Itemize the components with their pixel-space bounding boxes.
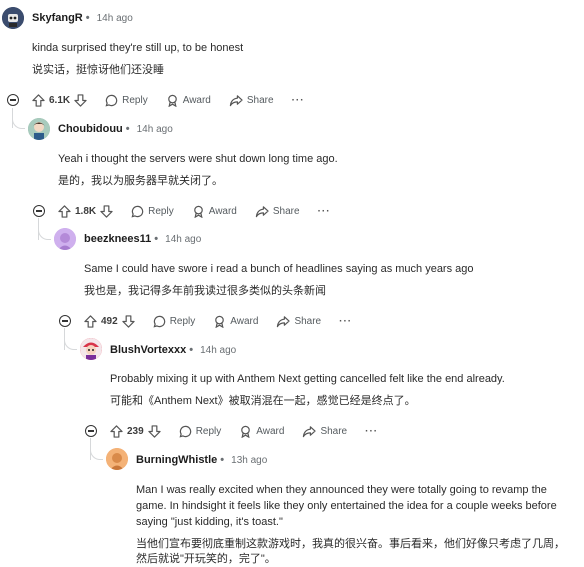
comment-time: 14h ago — [165, 234, 202, 245]
comment-actions: 492 Reply Award Share ··· — [84, 312, 370, 330]
vote-group: 492 — [84, 314, 135, 328]
comment-actions: 6.1K Reply Award Share ··· — [32, 91, 323, 109]
more-options-button[interactable]: ··· — [365, 426, 378, 437]
comment-translation-line: 当他们宣布要彻底重制这款游戏时，我真的很兴奋。事后看来，他们好像只考虑了几周， — [136, 538, 565, 550]
reply-button[interactable]: Reply — [105, 94, 148, 107]
thread-elbow — [12, 110, 25, 129]
comment-translation: 说实话，挺惊讶他们还没睡 — [32, 64, 164, 76]
comment-author[interactable]: SkyfangR • 14h ago — [32, 12, 133, 24]
award-button[interactable]: Award — [213, 315, 258, 328]
comment-actions: 239 Reply Award Share ··· — [110, 422, 396, 440]
comment-translation: 可能和《Anthem Next》被取消混在一起，感觉已经是终点了。 — [110, 395, 416, 407]
avatar[interactable] — [106, 448, 128, 470]
comment-translation: 我也是，我记得多年前我读过很多类似的头条新闻 — [84, 285, 326, 297]
comment-author[interactable]: BlushVortexxx • 14h ago — [110, 344, 236, 356]
comment-icon — [179, 425, 191, 438]
avatar[interactable] — [80, 338, 102, 360]
comment-icon — [105, 94, 118, 107]
upvote-icon[interactable] — [58, 204, 71, 218]
collapse-button[interactable] — [33, 205, 45, 217]
comment-author[interactable]: beezknees11 • 14h ago — [84, 233, 201, 245]
share-icon — [229, 94, 243, 106]
vote-count: 1.8K — [75, 205, 97, 217]
collapse-button[interactable] — [7, 94, 19, 106]
award-button[interactable]: Award — [192, 205, 237, 218]
vote-count: 6.1K — [49, 94, 71, 106]
upvote-icon[interactable] — [84, 314, 97, 328]
share-button[interactable]: Share — [255, 205, 300, 218]
collapse-button[interactable] — [59, 315, 71, 327]
avatar[interactable] — [2, 7, 24, 29]
downvote-icon[interactable] — [100, 204, 113, 218]
collapse-button[interactable] — [85, 425, 97, 437]
award-icon — [193, 205, 203, 218]
more-options-button[interactable]: ··· — [292, 95, 305, 106]
share-button[interactable]: Share — [276, 315, 321, 328]
comment-icon — [131, 205, 144, 218]
comment-time: 13h ago — [231, 455, 268, 466]
comment-text-line: Man I was really excited when they annou… — [136, 484, 547, 496]
more-options-button[interactable]: ··· — [339, 316, 352, 327]
share-button[interactable]: Share — [302, 425, 347, 438]
comment-time: 14h ago — [96, 13, 133, 24]
award-button[interactable]: Award — [239, 425, 284, 438]
thread-elbow — [38, 220, 51, 240]
award-icon — [167, 94, 177, 107]
vote-count: 239 — [127, 425, 144, 437]
comment-time: 14h ago — [136, 124, 173, 135]
comment-text-line: game. In hindsight it feels like they on… — [136, 500, 557, 512]
award-icon — [241, 425, 251, 438]
avatar[interactable] — [28, 118, 50, 140]
comment-text: Probably mixing it up with Anthem Next g… — [110, 373, 505, 385]
thread-elbow — [64, 330, 77, 350]
thread-elbow — [90, 440, 103, 460]
reply-button[interactable]: Reply — [131, 205, 174, 218]
share-icon — [303, 425, 317, 437]
share-button[interactable]: Share — [229, 94, 274, 107]
award-button[interactable]: Award — [166, 94, 211, 107]
comment-actions: 1.8K Reply Award Share ··· — [58, 202, 349, 220]
avatar[interactable] — [54, 228, 76, 250]
comment-author[interactable]: BurningWhistle • 13h ago — [136, 454, 267, 466]
reply-button[interactable]: Reply — [153, 315, 195, 328]
downvote-icon[interactable] — [122, 314, 135, 328]
comment-translation: 是的，我以为服务器早就关闭了。 — [58, 175, 223, 187]
reply-button[interactable]: Reply — [179, 425, 221, 438]
vote-group: 6.1K — [32, 93, 87, 107]
upvote-icon[interactable] — [32, 93, 45, 107]
comment-time: 14h ago — [200, 345, 237, 356]
vote-group: 239 — [110, 424, 161, 438]
downvote-icon[interactable] — [74, 93, 87, 107]
comment-author[interactable]: Choubidouu • 14h ago — [58, 123, 173, 135]
comment-text: kinda surprised they're still up, to be … — [32, 42, 244, 54]
vote-count: 492 — [101, 315, 118, 327]
share-icon — [255, 205, 269, 217]
vote-group: 1.8K — [58, 204, 113, 218]
comment-translation-line: 然后就说"开玩笑的，完了"。 — [136, 553, 276, 565]
downvote-icon[interactable] — [148, 424, 161, 438]
share-icon — [277, 315, 291, 327]
upvote-icon[interactable] — [110, 424, 123, 438]
award-icon — [215, 315, 225, 328]
comment-icon — [153, 315, 165, 328]
comment-text-line: saying "just kidding, it's toast." — [136, 516, 283, 528]
more-options-button[interactable]: ··· — [318, 206, 331, 217]
comment-text: Yeah i thought the servers were shut dow… — [58, 153, 338, 165]
comment-text: Same I could have swore i read a bunch o… — [84, 263, 474, 275]
